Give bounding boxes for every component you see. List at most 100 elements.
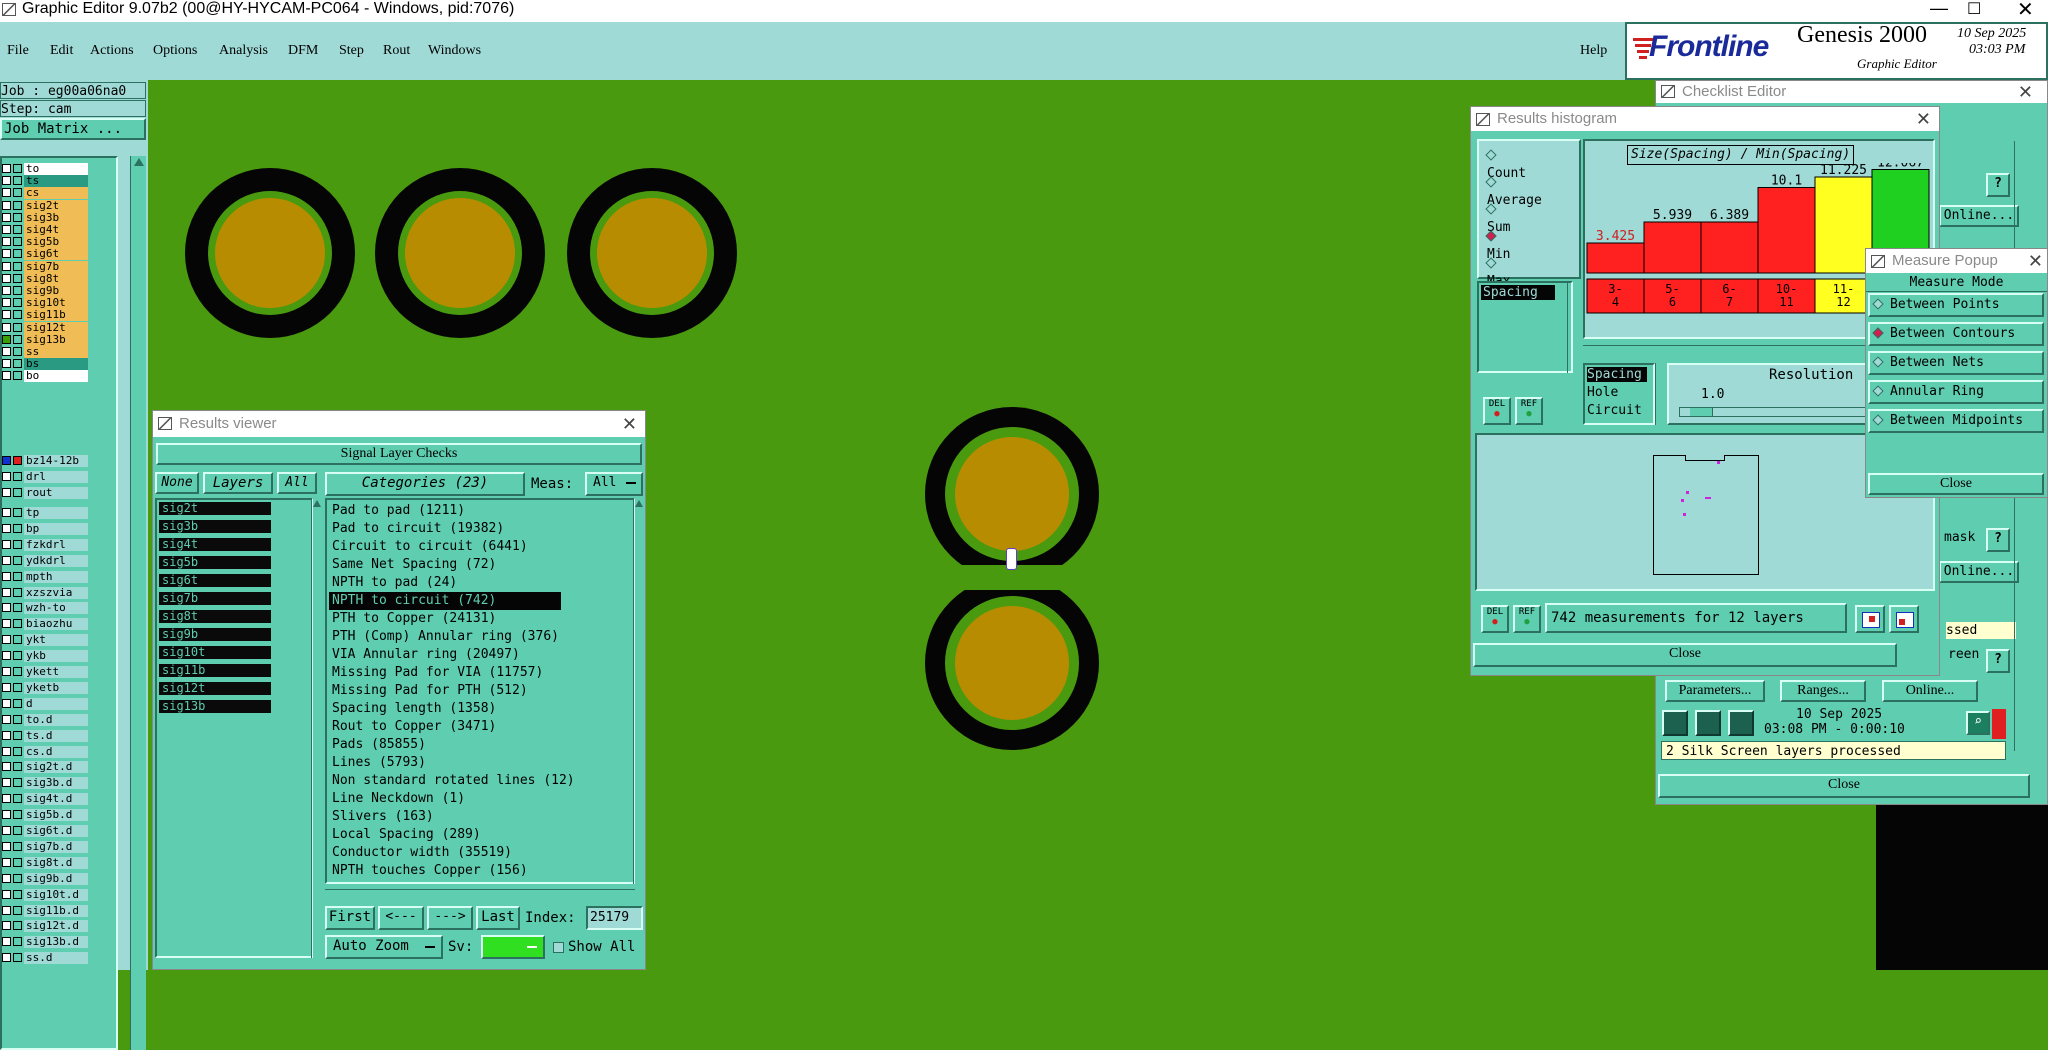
type-list-scrollbar[interactable] bbox=[1655, 363, 1665, 425]
layer-row-ss.d[interactable]: ss.d bbox=[0, 952, 90, 965]
histogram-close-icon[interactable]: ✕ bbox=[1916, 107, 1931, 131]
layer-row-sig5b[interactable]: sig5b bbox=[0, 236, 90, 249]
checklist-zoom-icon[interactable]: ⌕ bbox=[1966, 711, 1990, 735]
category-item[interactable]: Line Neckdown (1) bbox=[329, 790, 561, 808]
layer-color-swatch[interactable] bbox=[13, 188, 22, 198]
type-spacing[interactable]: Spacing bbox=[1587, 367, 1647, 382]
layer-color-swatch[interactable] bbox=[13, 164, 22, 173]
menu-help[interactable]: Help bbox=[1580, 38, 1607, 64]
layer-color-swatch[interactable] bbox=[13, 273, 22, 283]
show-all-checkbox[interactable] bbox=[553, 942, 564, 953]
layer-checkbox[interactable] bbox=[2, 188, 11, 198]
layer-row-ss[interactable]: ss bbox=[0, 346, 90, 358]
results-layer-sig13b[interactable]: sig13b bbox=[159, 700, 271, 713]
layer-row-sig4t[interactable]: sig4t bbox=[0, 224, 90, 236]
histogram-bar[interactable] bbox=[1586, 242, 1645, 274]
pad-4[interactable] bbox=[925, 407, 1099, 567]
category-item[interactable]: Slivers (163) bbox=[329, 808, 561, 826]
layer-color-swatch[interactable] bbox=[13, 603, 22, 613]
layer-checkbox[interactable] bbox=[2, 359, 11, 369]
run-icon[interactable] bbox=[1662, 710, 1688, 736]
ref-button-2[interactable]: REF ● bbox=[1513, 605, 1541, 633]
layer-color-swatch[interactable] bbox=[13, 905, 22, 915]
menu-rout[interactable]: Rout bbox=[383, 38, 410, 64]
layer-checkbox[interactable] bbox=[2, 841, 11, 851]
layer-color-swatch[interactable] bbox=[13, 488, 22, 497]
layer-color-swatch[interactable] bbox=[13, 322, 22, 332]
layer-checkbox[interactable] bbox=[2, 667, 11, 676]
layer-row-ydkdrl[interactable]: ydkdrl bbox=[0, 554, 90, 567]
checklist-close-icon[interactable]: ✕ bbox=[2018, 81, 2033, 103]
layer-checkbox[interactable] bbox=[2, 456, 11, 465]
layer-checkbox[interactable] bbox=[2, 472, 11, 481]
layer-row-bo[interactable]: bo bbox=[0, 370, 90, 383]
ref-button-1[interactable]: REF ● bbox=[1515, 397, 1543, 425]
next-button[interactable]: ---> bbox=[427, 906, 473, 930]
layer-checkbox[interactable] bbox=[2, 212, 11, 222]
layer-color-swatch[interactable] bbox=[13, 249, 22, 259]
checklist-online-button-2[interactable]: Online... bbox=[1939, 561, 2019, 583]
results-layer-sig12t[interactable]: sig12t bbox=[159, 682, 271, 695]
radio-icon[interactable] bbox=[1872, 414, 1884, 426]
layers-button[interactable]: Layers bbox=[203, 472, 273, 494]
layer-color-swatch[interactable] bbox=[13, 762, 22, 772]
layer-color-swatch[interactable] bbox=[13, 261, 22, 271]
results-layer-sig11b[interactable]: sig11b bbox=[159, 664, 271, 677]
layer-checkbox[interactable] bbox=[2, 937, 11, 947]
layer-color-swatch[interactable] bbox=[13, 508, 22, 517]
layer-color-swatch[interactable] bbox=[13, 587, 22, 597]
layer-row-sig4t.d[interactable]: sig4t.d bbox=[0, 793, 90, 806]
category-item[interactable]: Lines (5793) bbox=[329, 754, 561, 772]
layer-color-swatch[interactable] bbox=[13, 682, 22, 692]
layer-color-swatch[interactable] bbox=[13, 619, 22, 629]
meas-dropdown[interactable]: All bbox=[585, 472, 643, 496]
layer-checkbox[interactable] bbox=[2, 523, 11, 533]
layer-row-sig8t.d[interactable]: sig8t.d bbox=[0, 856, 90, 869]
layer-row-sig2t.d[interactable]: sig2t.d bbox=[0, 761, 90, 774]
layer-row-wzh-to[interactable]: wzh-to bbox=[0, 602, 90, 615]
layer-row-sig10t.d[interactable]: sig10t.d bbox=[0, 888, 90, 901]
radio-icon[interactable] bbox=[1872, 327, 1884, 339]
layer-checkbox[interactable] bbox=[2, 273, 11, 283]
layer-checkbox[interactable] bbox=[2, 746, 11, 756]
close-icon[interactable]: ✕ bbox=[2017, 0, 2034, 22]
category-item[interactable]: Missing Pad for VIA (11757) bbox=[329, 664, 561, 682]
layer-row-mpth[interactable]: mpth bbox=[0, 570, 90, 583]
layer-color-swatch[interactable] bbox=[13, 456, 22, 465]
layer-color-swatch[interactable] bbox=[13, 359, 22, 369]
layer-list-scrollbar[interactable] bbox=[130, 156, 146, 1050]
layer-color-swatch[interactable] bbox=[13, 826, 22, 835]
category-item[interactable]: Missing Pad for PTH (512) bbox=[329, 682, 561, 700]
layer-color-swatch[interactable] bbox=[13, 953, 22, 963]
layer-row-sig3b[interactable]: sig3b bbox=[0, 211, 90, 224]
signal-layer-checks-header[interactable]: Signal Layer Checks bbox=[156, 443, 642, 465]
last-button[interactable]: Last bbox=[476, 906, 520, 930]
layer-checkbox[interactable] bbox=[2, 310, 11, 320]
checklist-online-button-3[interactable]: Online... bbox=[1882, 680, 1978, 702]
category-item[interactable]: Spacing length (1358) bbox=[329, 700, 561, 718]
layer-checkbox[interactable] bbox=[2, 762, 11, 772]
pad-3[interactable] bbox=[567, 168, 737, 338]
layer-checkbox[interactable] bbox=[2, 857, 11, 867]
category-item[interactable]: Circuit to circuit (6441) bbox=[329, 538, 561, 556]
radio-icon[interactable] bbox=[1485, 176, 1497, 188]
layer-color-swatch[interactable] bbox=[13, 937, 22, 947]
histogram-graph-icon-1[interactable] bbox=[1855, 605, 1885, 633]
layer-checkbox[interactable] bbox=[2, 347, 11, 356]
layer-color-swatch[interactable] bbox=[13, 857, 22, 867]
layer-color-swatch[interactable] bbox=[13, 778, 22, 788]
layer-row-bz14-12b[interactable]: bz14-12b bbox=[0, 455, 90, 467]
layer-checkbox[interactable] bbox=[2, 334, 11, 344]
layer-checkbox[interactable] bbox=[2, 176, 11, 186]
del-button-1[interactable]: DEL ● bbox=[1483, 397, 1511, 425]
sv-color-dropdown[interactable] bbox=[481, 935, 545, 959]
layer-checkbox[interactable] bbox=[2, 571, 11, 581]
layer-row-sig7b[interactable]: sig7b bbox=[0, 260, 90, 273]
layer-checkbox[interactable] bbox=[2, 794, 11, 804]
layer-row-sig13b[interactable]: sig13b bbox=[0, 333, 90, 346]
categories-scrollbar[interactable] bbox=[633, 498, 645, 884]
layer-checkbox[interactable] bbox=[2, 953, 11, 963]
category-item[interactable]: NPTH touches Copper (156) bbox=[329, 862, 561, 880]
layer-color-swatch[interactable] bbox=[13, 889, 22, 899]
results-layer-sig10t[interactable]: sig10t bbox=[159, 646, 271, 659]
